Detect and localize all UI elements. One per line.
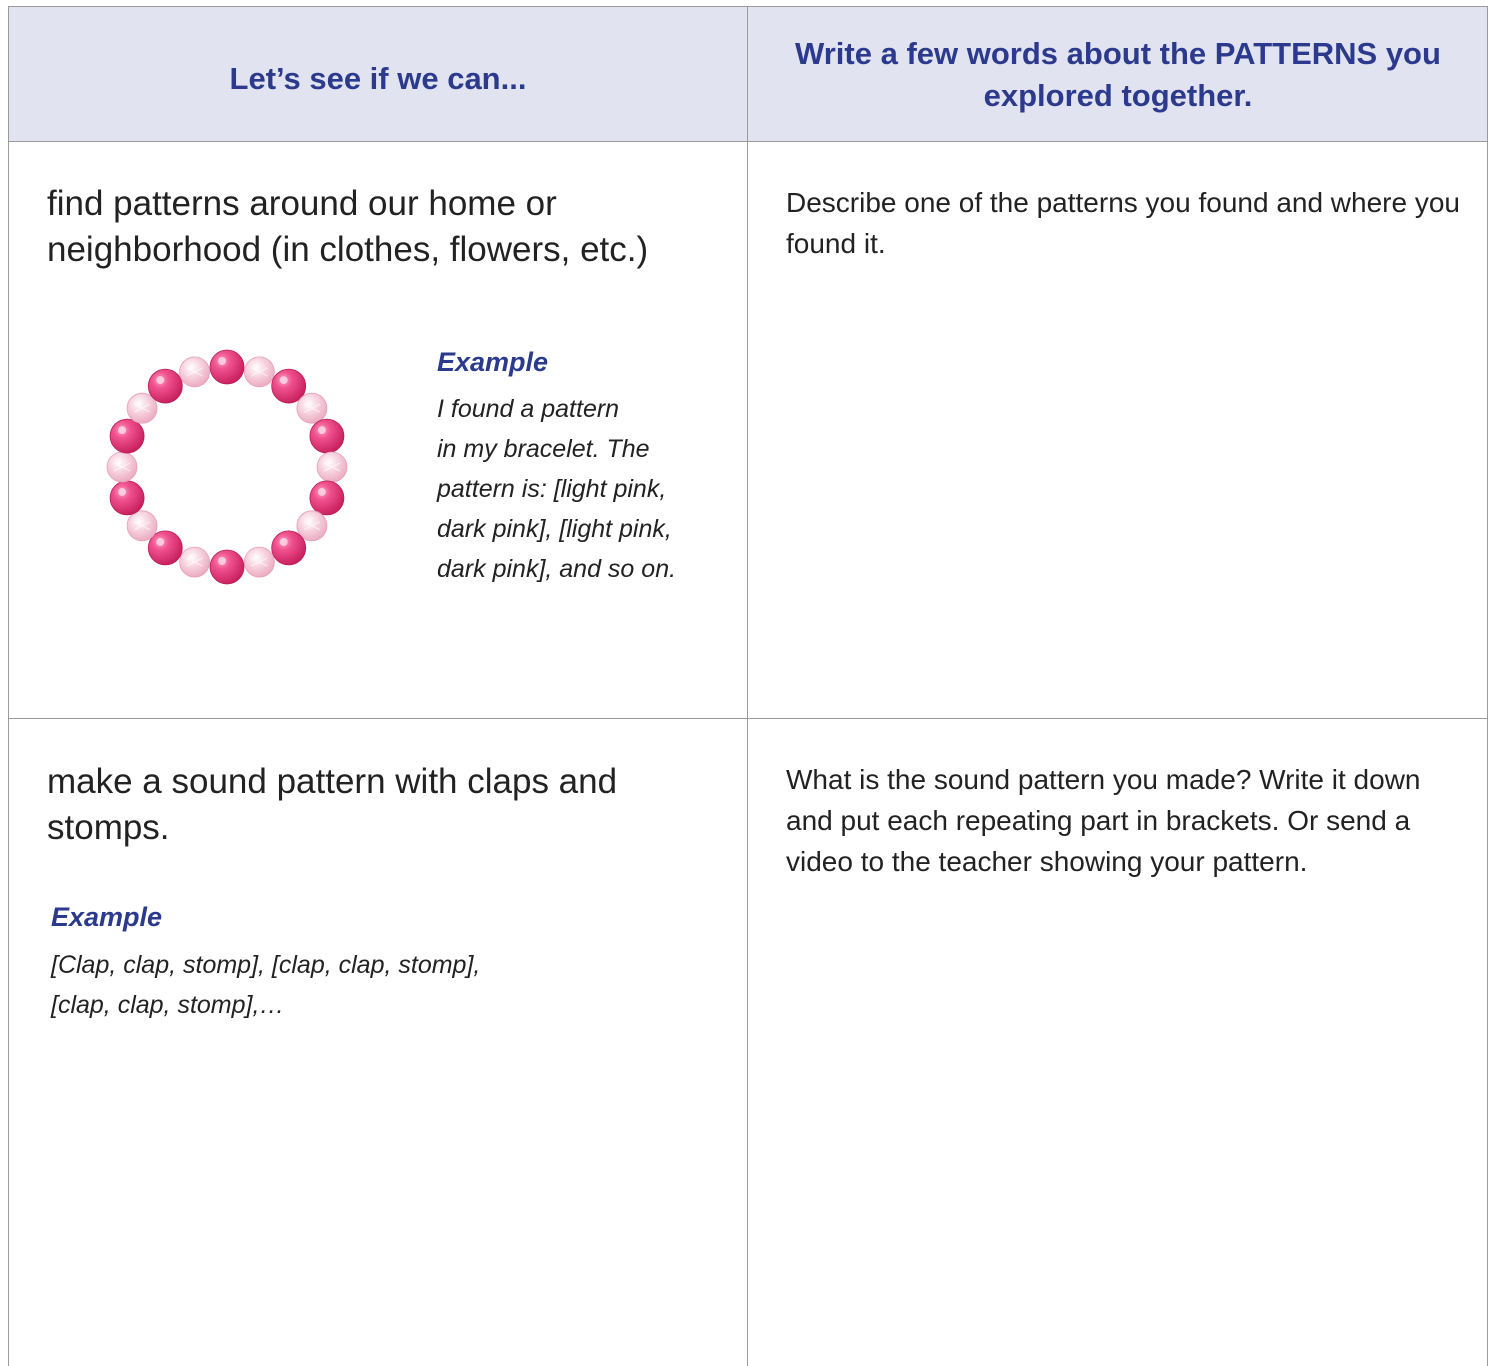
row2-example-label: Example bbox=[51, 902, 163, 932]
row2-task: make a sound pattern with claps and stom… bbox=[47, 762, 618, 847]
row2-example-text: [Clap, clap, stomp], [clap, clap, stomp]… bbox=[51, 945, 711, 1025]
dark-pink-bead bbox=[109, 418, 145, 454]
dark-pink-bead bbox=[271, 530, 307, 566]
row1-example-line: pattern is: [light pink, bbox=[437, 475, 667, 503]
row-divider bbox=[9, 718, 1487, 719]
bracelet-image bbox=[106, 349, 348, 585]
row1-prompt: Describe one of the patterns you found a… bbox=[786, 187, 1460, 259]
row2-example-line: [Clap, clap, stomp], [clap, clap, stomp]… bbox=[51, 951, 481, 979]
header-right-title: Write a few words about the PATTERNS you… bbox=[795, 35, 1441, 113]
bead-highlight bbox=[279, 376, 288, 385]
row1-task: find patterns around our home or neighbo… bbox=[47, 184, 649, 269]
dark-pink-bead bbox=[309, 480, 345, 516]
bead-highlight bbox=[218, 557, 226, 565]
row2-prompt: What is the sound pattern you made? Writ… bbox=[786, 764, 1421, 877]
row1-example-line: I found a pattern bbox=[437, 395, 620, 423]
row1-example-line: dark pink], and so on. bbox=[437, 555, 677, 583]
bead-highlight bbox=[156, 376, 165, 385]
dark-pink-bead bbox=[209, 549, 245, 585]
row1-example-line: in my bracelet. The bbox=[437, 435, 650, 463]
bead-highlight bbox=[317, 487, 326, 496]
dark-pink-bead bbox=[109, 480, 145, 516]
bead-highlight bbox=[218, 357, 226, 365]
row1-example-text: I found a pattern in my bracelet. The pa… bbox=[437, 389, 737, 589]
row1-example-line: dark pink], [light pink, bbox=[437, 515, 672, 543]
dark-pink-bead bbox=[309, 418, 345, 454]
dark-pink-bead bbox=[209, 349, 245, 385]
worksheet-table: Let’s see if we can... Write a few words… bbox=[8, 6, 1488, 1366]
bead-highlight bbox=[156, 537, 165, 546]
header-left-title: Let’s see if we can... bbox=[229, 60, 527, 96]
dark-pink-bead bbox=[147, 368, 183, 404]
bead-highlight bbox=[317, 426, 326, 435]
bead-highlight bbox=[279, 537, 288, 546]
column-divider bbox=[747, 7, 748, 1366]
bead-highlight bbox=[118, 426, 127, 435]
table-header: Let’s see if we can... Write a few words… bbox=[9, 7, 1487, 142]
bead-highlight bbox=[118, 487, 127, 496]
row1-example-label: Example bbox=[437, 347, 549, 377]
row2-example-line: [clap, clap, stomp],… bbox=[51, 991, 285, 1019]
